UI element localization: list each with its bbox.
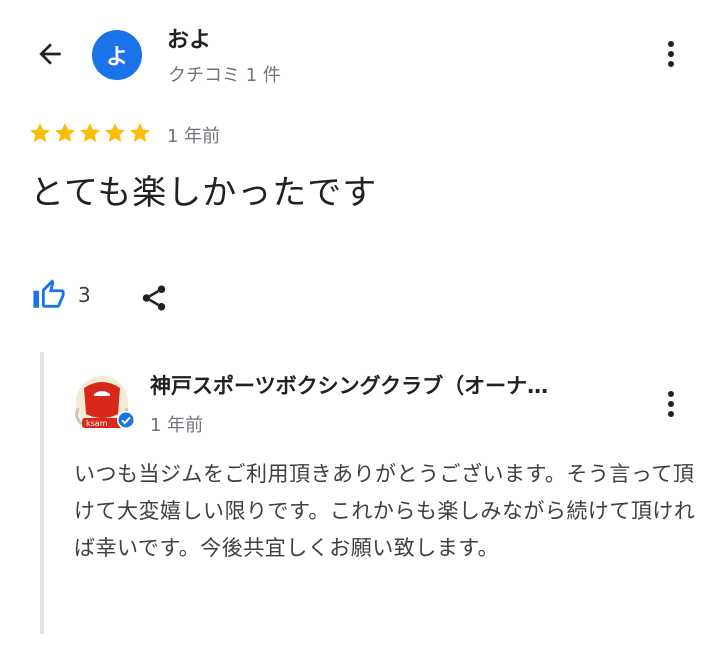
reviewer-name[interactable]: およ — [167, 22, 211, 54]
reviewer-review-count: クチコミ 1 件 — [168, 65, 281, 86]
reviewer-avatar[interactable]: よ — [92, 30, 142, 80]
star-icon — [80, 123, 100, 142]
thumb-up-icon — [33, 279, 65, 308]
share-icon — [142, 285, 166, 311]
owner-reply-text: いつも当ジムをご利用頂きありがとうございます。そう言って頂けて大変嬉しい限りです… — [74, 462, 696, 560]
star-rating — [28, 121, 152, 145]
avatar-letter: よ — [105, 45, 128, 70]
back-button[interactable] — [30, 34, 70, 74]
like-button[interactable]: 3 — [32, 278, 91, 312]
reply-indent-bar — [40, 352, 44, 634]
review-text: とても楽しかったです — [30, 173, 378, 213]
share-button[interactable] — [138, 282, 170, 314]
svg-text:ksam: ksam — [86, 419, 108, 428]
review-date: 1 年前 — [167, 126, 221, 147]
verified-badge-icon — [117, 411, 135, 429]
star-icon — [30, 123, 50, 142]
reply-menu-button[interactable] — [657, 384, 685, 424]
star-icon — [55, 123, 75, 142]
star-icon — [105, 123, 125, 142]
owner-name[interactable]: 神戸スポーツボクシングクラブ（オーナ… — [150, 370, 640, 400]
like-count: 3 — [78, 283, 91, 307]
review-menu-button[interactable] — [657, 34, 685, 74]
star-icon — [130, 123, 150, 142]
more-vert-icon — [668, 391, 674, 417]
more-vert-icon — [668, 41, 674, 67]
owner-avatar[interactable]: ksam — [74, 374, 135, 434]
owner-reply-date: 1 年前 — [150, 415, 204, 436]
arrow-back-icon — [39, 43, 61, 65]
